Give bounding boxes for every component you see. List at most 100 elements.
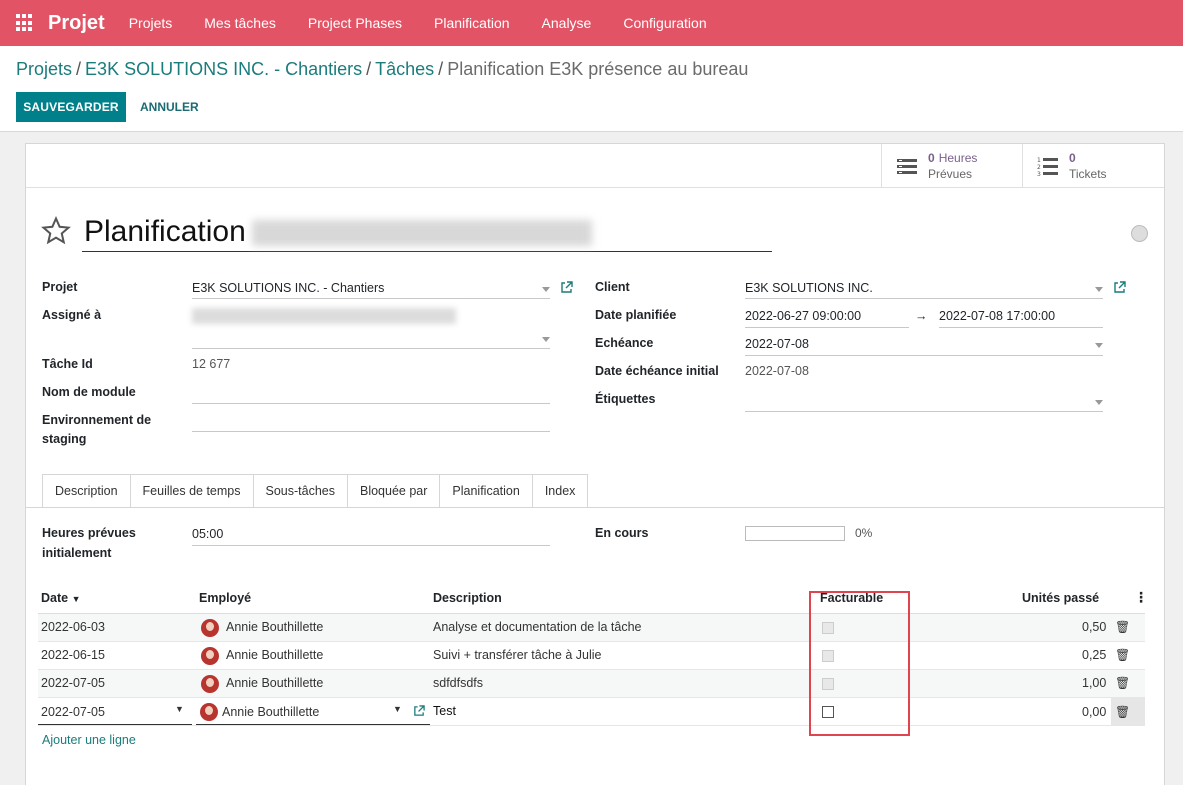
assigne-dropdown-icon[interactable] — [542, 337, 550, 342]
trash-icon[interactable]: 🗑 — [1115, 648, 1130, 662]
column-options-icon[interactable]: ⋮ — [1134, 589, 1148, 606]
echeance-initial-label: Date échéance initial — [595, 364, 719, 378]
menu-project-phases[interactable]: Project Phases — [308, 15, 402, 31]
menu-configuration[interactable]: Configuration — [623, 15, 706, 31]
table-row[interactable]: 2022-06-03 Annie Bouthillette Analyse et… — [38, 614, 1145, 642]
date-dropdown-icon[interactable]: ▼ — [175, 704, 184, 714]
add-line-link[interactable]: Ajouter une ligne — [42, 733, 136, 747]
edit-description-input[interactable]: Test — [433, 704, 456, 718]
control-panel: Projets / E3K SOLUTIONS INC. - Chantiers / T… — [0, 46, 1183, 132]
tickets-button[interactable]: 1 2 3 0 Tickets — [1022, 144, 1164, 187]
breadcrumb-taches[interactable]: Tâches — [375, 59, 434, 79]
table-row[interactable]: 2022-06-15 Annie Bouthillette Suivi + tr… — [38, 642, 1145, 670]
edit-units-input[interactable]: 0,00 — [1082, 705, 1106, 719]
planned-hours-label: Heures — [938, 150, 978, 165]
column-employe[interactable]: Employé — [199, 591, 251, 605]
client-dropdown-icon[interactable] — [1095, 287, 1103, 292]
save-button[interactable]: SAUVEGARDER — [16, 92, 126, 122]
client-label: Client — [595, 280, 630, 294]
top-navbar: Projet Projets Mes tâches Project Phases… — [0, 0, 1183, 46]
progress-text: 0% — [855, 526, 873, 540]
numbered-list-icon: 1 2 3 — [1037, 157, 1058, 177]
notebook-tabs: Description Feuilles de temps Sous-tâche… — [42, 474, 589, 508]
avatar — [201, 647, 219, 665]
row-description: sdfdfsdfs — [433, 676, 484, 690]
row-units: 0,50 — [1082, 620, 1107, 634]
app-title[interactable]: Projet — [48, 12, 105, 35]
table-row[interactable]: 2022-07-05 Annie Bouthillette sdfdfsdfs … — [38, 670, 1145, 698]
cancel-button[interactable]: ANNULER — [140, 100, 199, 114]
staging-label-line2: staging — [42, 432, 87, 446]
star-priority-icon[interactable] — [41, 216, 71, 246]
menu-analyse[interactable]: Analyse — [542, 15, 592, 31]
form-sheet: 0 Heures Prévues 1 2 3 0 Tickets Planific… — [25, 143, 1165, 785]
redacted-assignee — [192, 308, 456, 324]
breadcrumb-project[interactable]: E3K SOLUTIONS INC. - Chantiers — [85, 59, 362, 79]
projet-label: Projet — [42, 280, 78, 294]
heures-prevues-input[interactable]: 05:00 — [192, 524, 223, 544]
module-input[interactable] — [192, 403, 550, 404]
timesheet-table: Date ▼ Employé Description Facturable Un… — [38, 586, 1148, 726]
planned-hours-value: 0 — [928, 150, 935, 165]
echeance-initial-value: 2022-07-08 — [745, 364, 809, 378]
external-link-icon[interactable] — [413, 705, 425, 717]
svg-text:2: 2 — [1037, 164, 1041, 171]
etiquettes-dropdown-icon[interactable] — [1095, 400, 1103, 405]
trash-icon[interactable]: 🗑 — [1115, 705, 1130, 719]
projet-dropdown-icon[interactable] — [542, 287, 550, 292]
assigne-field-line[interactable] — [192, 348, 550, 349]
client-value[interactable]: E3K SOLUTIONS INC. — [745, 278, 873, 298]
tache-id-label: Tâche Id — [42, 357, 93, 371]
menu-planification[interactable]: Planification — [434, 15, 510, 31]
edit-date-input[interactable]: 2022-07-05 — [41, 705, 105, 719]
avatar — [201, 619, 219, 637]
tab-index[interactable]: Index — [532, 474, 589, 508]
projet-field-line — [192, 298, 550, 299]
trash-icon[interactable]: 🗑 — [1115, 676, 1130, 690]
tab-description[interactable]: Description — [42, 474, 131, 508]
menu-mes-taches[interactable]: Mes tâches — [204, 15, 276, 31]
column-date[interactable]: Date ▼ — [41, 591, 81, 605]
date-start-input[interactable]: 2022-06-27 09:00:00 — [745, 306, 861, 326]
tab-sous-taches[interactable]: Sous-tâches — [253, 474, 348, 508]
trash-icon[interactable]: 🗑 — [1115, 620, 1130, 634]
avatar — [201, 675, 219, 693]
table-row-editing[interactable]: 2022-07-05 ▼ Annie Bouthillette ▼ Test 0… — [38, 698, 1145, 726]
edit-date-underline — [38, 724, 192, 725]
employee-dropdown-icon[interactable]: ▼ — [393, 704, 402, 714]
date-end-line — [939, 327, 1103, 328]
edit-employee-input[interactable]: Annie Bouthillette — [222, 705, 319, 719]
row-employee: Annie Bouthillette — [226, 620, 324, 634]
avatar — [200, 703, 218, 721]
column-unites[interactable]: Unités passé — [1022, 591, 1099, 605]
etiquettes-input[interactable] — [745, 411, 1103, 412]
breadcrumb-projets[interactable]: Projets — [16, 59, 72, 79]
menu-projets[interactable]: Projets — [129, 15, 173, 31]
tab-bloquee-par[interactable]: Bloquée par — [347, 474, 441, 508]
date-end-input[interactable]: 2022-07-08 17:00:00 — [939, 306, 1055, 326]
external-link-icon[interactable] — [560, 281, 573, 294]
tab-feuilles-de-temps[interactable]: Feuilles de temps — [130, 474, 254, 508]
echeance-dropdown-icon[interactable] — [1095, 343, 1103, 348]
tab-planification[interactable]: Planification — [440, 474, 533, 508]
external-link-icon[interactable] — [1113, 281, 1126, 294]
client-field-line — [745, 298, 1103, 299]
projet-value[interactable]: E3K SOLUTIONS INC. - Chantiers — [192, 278, 384, 298]
redacted-title-part — [251, 220, 592, 247]
tickets-value: 0 — [1069, 150, 1076, 165]
task-title-input[interactable]: Planification — [82, 212, 772, 252]
apps-grid-icon[interactable] — [16, 14, 34, 32]
row-employee: Annie Bouthillette — [226, 648, 324, 662]
kanban-state-indicator[interactable] — [1131, 225, 1148, 242]
staging-input[interactable] — [192, 431, 550, 432]
tickets-label: Tickets — [1069, 166, 1107, 181]
column-description[interactable]: Description — [433, 591, 502, 605]
edit-employee-underline — [196, 724, 430, 725]
planned-hours-button[interactable]: 0 Heures Prévues — [881, 144, 1023, 187]
svg-text:1: 1 — [1037, 157, 1041, 164]
row-date: 2022-07-05 — [41, 676, 105, 690]
breadcrumb-current: Planification E3K présence au bureau — [447, 59, 749, 79]
echeance-input[interactable]: 2022-07-08 — [745, 334, 809, 354]
tabs-divider — [26, 507, 1164, 508]
date-start-line — [745, 327, 909, 328]
